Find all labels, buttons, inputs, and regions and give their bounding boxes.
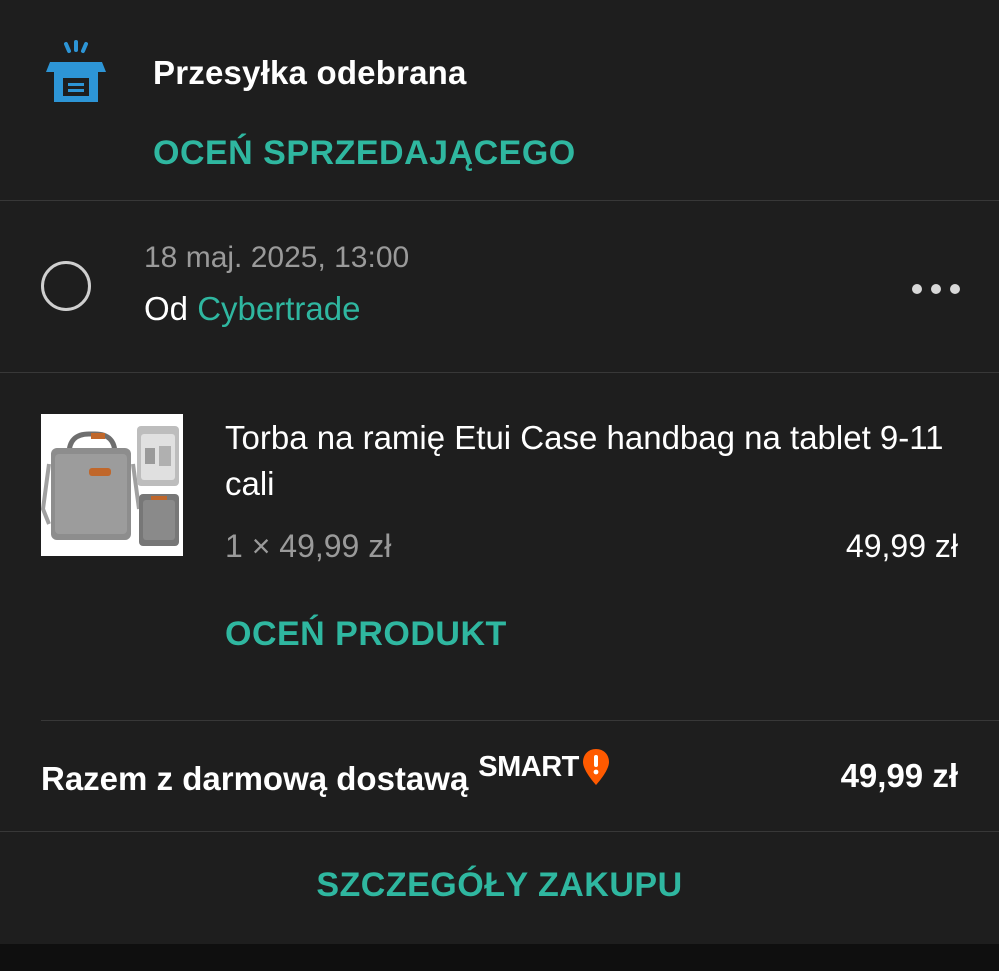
more-horizontal-icon[interactable] <box>912 280 960 298</box>
more-dot <box>912 284 922 294</box>
total-label-group: Razem z darmową dostawą SMART <box>41 749 611 798</box>
package-received-icon <box>44 40 108 106</box>
rate-product-button[interactable]: OCEŃ PRODUKT <box>225 615 507 654</box>
seller-prefix: Od <box>144 290 189 327</box>
divider <box>0 200 999 201</box>
status-title: Przesyłka odebrana <box>153 54 467 91</box>
smart-exclamation-pin-icon <box>581 747 611 787</box>
order-select-radio[interactable] <box>41 261 91 311</box>
rate-seller-button[interactable]: OCEŃ SPRZEDAJĄCEGO <box>153 134 576 173</box>
more-dot <box>950 284 960 294</box>
more-dot <box>931 284 941 294</box>
divider <box>0 372 999 373</box>
divider <box>41 720 999 721</box>
order-date: 18 maj. 2025, 13:00 <box>144 241 410 274</box>
product-quantity-price: 1 × 49,99 zł <box>225 528 392 564</box>
smart-label: SMART <box>478 751 579 783</box>
seller-line: Od Cybertrade <box>144 290 360 328</box>
total-label: Razem z darmową dostawą <box>41 760 469 797</box>
purchase-details-button[interactable]: SZCZEGÓŁY ZAKUPU <box>0 866 999 905</box>
seller-name-link[interactable]: Cybertrade <box>197 290 360 327</box>
bottom-bar <box>0 944 999 971</box>
divider <box>0 831 999 832</box>
product-name[interactable]: Torba na ramię Etui Case handbag na tabl… <box>225 415 965 507</box>
product-thumbnail[interactable] <box>40 414 183 556</box>
product-line-total: 49,99 zł <box>845 528 958 564</box>
total-value: 49,99 zł <box>840 757 958 794</box>
